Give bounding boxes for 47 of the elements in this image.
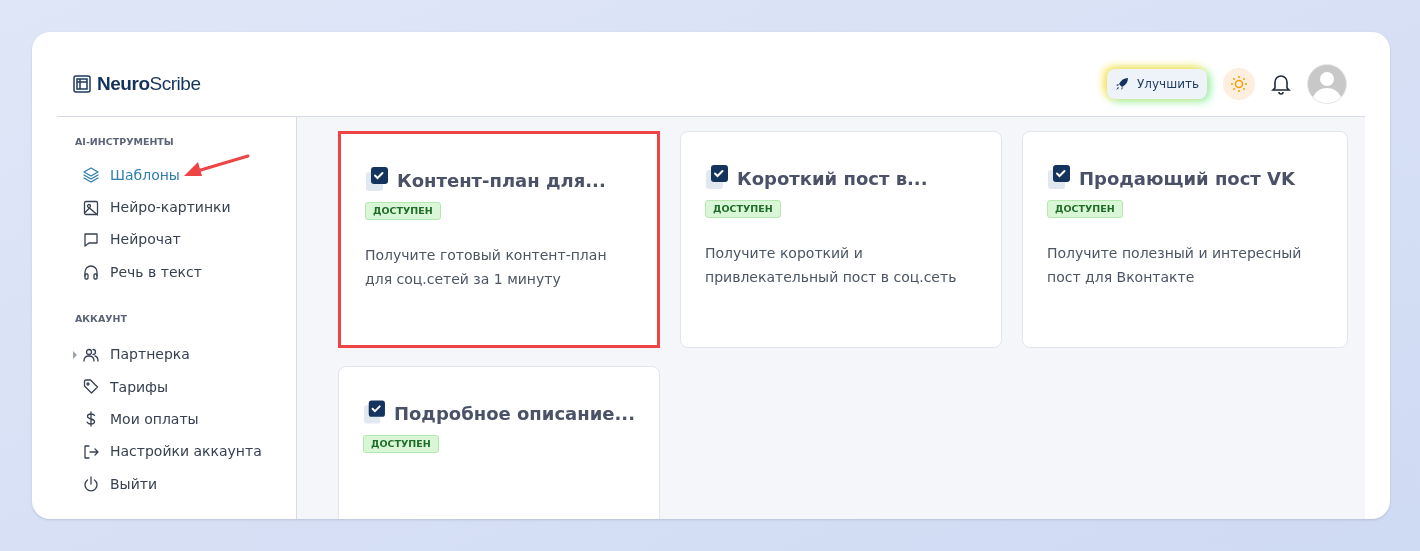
card-description: Получите короткий и привлекательный пост в соц.сеть: [705, 244, 958, 287]
status-badge: ДОСТУПЕН: [365, 202, 441, 221]
template-card[interactable]: Контент-план для... ДОСТУПЕН Получите готовый контент-план для соц.сетей за 1 минуту: [338, 131, 660, 348]
template-card[interactable]: Подробное описание... ДОСТУПЕН: [338, 366, 660, 519]
checkbox-icon: [365, 166, 389, 194]
sidebar-item[interactable]: Выйти: [83, 473, 157, 495]
checkbox-icon: [1047, 164, 1071, 192]
sidebar-item[interactable]: Нейрочат: [83, 229, 181, 251]
template-card[interactable]: Короткий пост в... ДОСТУПЕН Получите короткий и привлекательный пост в соц.сеть: [680, 131, 1002, 348]
status-badge: ДОСТУПЕН: [705, 200, 781, 219]
theme-toggle[interactable]: [1223, 68, 1255, 100]
sidebar-item[interactable]: Нейро-картинки: [83, 197, 231, 219]
tag-icon: [83, 379, 99, 396]
card-title: Продающий пост VK: [1079, 166, 1295, 191]
power-icon: [83, 476, 99, 492]
section-heading: AI-ИНСТРУМЕНТЫ: [75, 135, 175, 149]
users-icon: [83, 346, 99, 363]
avatar-icon[interactable]: [1307, 64, 1347, 104]
chat-bubble-icon: [83, 232, 99, 248]
logo-icon: [73, 75, 91, 93]
checkbox-icon: [363, 399, 386, 427]
section-heading: АККАУНТ: [75, 312, 128, 327]
rocket-icon: [1115, 77, 1129, 91]
exit-arrow-icon: [83, 443, 99, 460]
expand-caret-icon[interactable]: [73, 350, 77, 359]
card-description: Получите готовый контент-план для соц.сетей за 1 минуту: [365, 246, 608, 289]
status-badge: ДОСТУПЕН: [1047, 200, 1123, 219]
template-card[interactable]: Продающий пост VK ДОСТУПЕН Получите полезный и интересный пост для Вконтакте: [1022, 131, 1348, 348]
sidebar-item[interactable]: Настройки аккаунта: [83, 441, 262, 463]
image-icon: [83, 199, 99, 216]
status-badge: ДОСТУПЕН: [363, 435, 439, 454]
sidebar-item[interactable]: Мои оплаты: [83, 408, 199, 430]
card-description: Получите полезный и интересный пост для Вконтакте: [1047, 244, 1303, 287]
sidebar-item[interactable]: Тарифы: [83, 376, 169, 398]
logo-text[interactable]: NeuroScribe: [97, 69, 201, 99]
card-title: Подробное описание...: [393, 401, 635, 426]
headphones-icon: [83, 264, 99, 281]
sidebar-item[interactable]: Шаблоны: [83, 164, 180, 186]
card-title: Короткий пост в...: [737, 166, 928, 191]
upgrade-button[interactable]: Улучшить: [1107, 69, 1207, 99]
sidebar-item[interactable]: Партнерка: [83, 344, 190, 366]
card-title: Контент-план для...: [397, 168, 606, 193]
layers-icon: [83, 167, 99, 184]
bell-icon[interactable]: [1271, 73, 1291, 95]
checkbox-icon: [705, 164, 729, 192]
sidebar-item[interactable]: Речь в текст: [83, 261, 202, 283]
sun-icon: [1230, 75, 1248, 93]
